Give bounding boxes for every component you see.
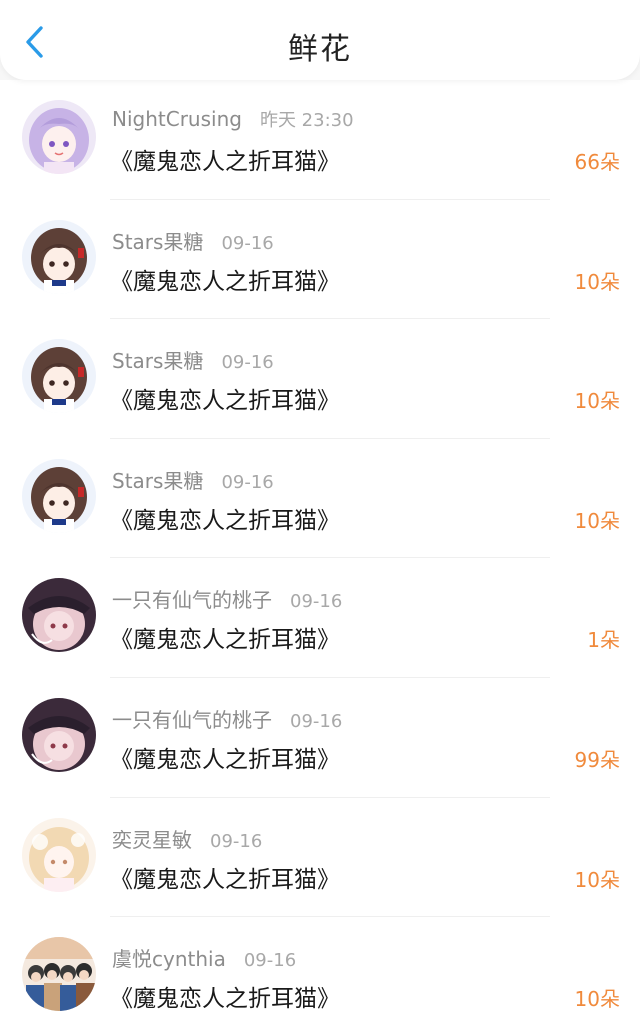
avatar[interactable] — [22, 100, 96, 174]
user-name[interactable]: 一只有仙气的桃子 — [112, 704, 272, 733]
list-item[interactable]: 一只有仙气的桃子 09-16 《魔鬼恋人之折耳猫》 99朵 — [0, 677, 640, 798]
book-title[interactable]: 《魔鬼恋人之折耳猫》 — [110, 142, 340, 176]
flower-count: 10朵 — [574, 508, 620, 533]
timestamp: 09-16 — [221, 232, 274, 254]
timestamp: 09-16 — [221, 471, 274, 493]
avatar-image — [22, 578, 96, 653]
avatar[interactable] — [22, 578, 96, 653]
list-item[interactable]: NightCrusing 昨天 23:30 《魔鬼恋人之折耳猫》 66朵 — [0, 80, 640, 200]
item-meta: 虞悦cynthia 09-16 — [112, 943, 296, 972]
list-item[interactable]: Stars果糖 09-16 《魔鬼恋人之折耳猫》 10朵 — [0, 199, 640, 320]
avatar[interactable] — [22, 817, 96, 892]
flower-list: NightCrusing 昨天 23:30 《魔鬼恋人之折耳猫》 66朵 Sta… — [0, 80, 640, 1029]
list-item[interactable]: Stars果糖 09-16 《魔鬼恋人之折耳猫》 10朵 — [0, 319, 640, 439]
book-title[interactable]: 《魔鬼恋人之折耳猫》 — [110, 620, 340, 654]
user-name[interactable]: Stars果糖 — [112, 226, 203, 255]
book-title[interactable]: 《魔鬼恋人之折耳猫》 — [110, 860, 340, 894]
item-meta: 一只有仙气的桃子 09-16 — [112, 584, 342, 613]
item-meta: NightCrusing 昨天 23:30 — [112, 106, 354, 132]
flower-count: 99朵 — [574, 747, 620, 772]
user-name[interactable]: 奕灵星敏 — [112, 824, 192, 853]
book-title[interactable]: 《魔鬼恋人之折耳猫》 — [110, 262, 340, 296]
list-item[interactable]: 虞悦cynthia 09-16 《魔鬼恋人之折耳猫》 10朵 — [0, 917, 640, 1029]
avatar[interactable] — [22, 458, 96, 533]
flower-count: 10朵 — [574, 987, 620, 1012]
timestamp: 09-16 — [221, 352, 274, 374]
list-item[interactable]: Stars果糖 09-16 《魔鬼恋人之折耳猫》 10朵 — [0, 438, 640, 559]
avatar[interactable] — [22, 219, 96, 294]
avatar[interactable] — [22, 339, 96, 414]
top-bar: 鲜花 — [0, 0, 640, 80]
list-item[interactable]: 奕灵星敏 09-16 《魔鬼恋人之折耳猫》 10朵 — [0, 797, 640, 918]
flower-count: 10朵 — [574, 389, 620, 414]
timestamp: 09-16 — [290, 591, 343, 613]
item-meta: Stars果糖 09-16 — [112, 226, 274, 255]
avatar-image — [22, 458, 96, 533]
screen: 鲜花 NightCrusing 昨天 23:30 《魔鬼恋人之折耳猫》 66朵 … — [0, 0, 640, 1029]
item-meta: 一只有仙气的桃子 09-16 — [112, 704, 342, 733]
avatar-image — [22, 100, 96, 174]
timestamp: 昨天 23:30 — [259, 110, 354, 131]
item-meta: Stars果糖 09-16 — [112, 465, 274, 494]
timestamp: 09-16 — [290, 710, 343, 732]
flower-count: 66朵 — [574, 150, 620, 174]
user-name[interactable]: 虞悦cynthia — [112, 943, 226, 972]
user-name[interactable]: Stars果糖 — [112, 345, 203, 374]
book-title[interactable]: 《魔鬼恋人之折耳猫》 — [110, 381, 340, 415]
avatar[interactable] — [22, 937, 96, 1012]
list-item[interactable]: 一只有仙气的桃子 09-16 《魔鬼恋人之折耳猫》 1朵 — [0, 558, 640, 678]
avatar[interactable] — [22, 697, 96, 772]
user-name[interactable]: Stars果糖 — [112, 465, 203, 494]
page-title: 鲜花 — [288, 32, 352, 67]
avatar-image — [22, 339, 96, 414]
flower-count: 1朵 — [587, 628, 620, 653]
user-name[interactable]: 一只有仙气的桃子 — [112, 584, 272, 613]
user-name[interactable]: NightCrusing — [112, 107, 242, 131]
book-title[interactable]: 《魔鬼恋人之折耳猫》 — [110, 501, 340, 535]
avatar-image — [22, 937, 96, 1012]
avatar-image — [22, 219, 96, 294]
item-meta: Stars果糖 09-16 — [112, 345, 274, 374]
flower-count: 10朵 — [574, 867, 620, 892]
timestamp: 09-16 — [243, 950, 297, 972]
flower-count: 10朵 — [574, 269, 620, 294]
item-meta: 奕灵星敏 09-16 — [112, 824, 262, 853]
book-title[interactable]: 《魔鬼恋人之折耳猫》 — [110, 979, 340, 1013]
avatar-image — [22, 697, 96, 772]
timestamp: 09-16 — [210, 830, 263, 852]
avatar-image — [22, 817, 96, 892]
book-title[interactable]: 《魔鬼恋人之折耳猫》 — [110, 740, 340, 774]
